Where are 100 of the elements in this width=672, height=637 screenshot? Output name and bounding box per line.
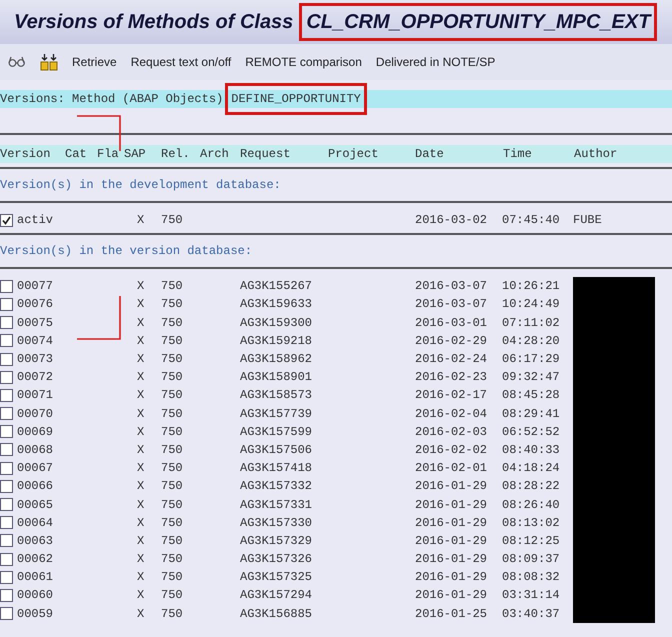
toolbar-button[interactable]: REMOTE comparison bbox=[245, 53, 362, 71]
release-cell-text: 750 bbox=[161, 496, 184, 514]
glasses-icon[interactable] bbox=[8, 56, 26, 68]
column-header: Date bbox=[415, 146, 445, 163]
cat-cell-text: X bbox=[137, 212, 146, 230]
version-cell-text: 00060 bbox=[17, 587, 54, 604]
column-header: Author bbox=[574, 146, 618, 163]
cat-cell-text: X bbox=[137, 460, 146, 478]
time-cell-text: 08:12:25 bbox=[502, 532, 561, 550]
release-cell-text: 750 bbox=[161, 606, 184, 623]
checkbox[interactable] bbox=[0, 316, 13, 330]
version-cell-text: 00077 bbox=[17, 278, 54, 296]
time-cell-text: 09:32:47 bbox=[502, 369, 561, 386]
release-cell-text: 750 bbox=[161, 532, 184, 550]
date-cell-text: 2016-01-29 bbox=[415, 569, 488, 586]
checkbox[interactable] bbox=[0, 214, 13, 227]
release-cell-text: 750 bbox=[161, 478, 184, 496]
cat-cell-text: X bbox=[137, 278, 146, 296]
version-cell-text: 00070 bbox=[17, 406, 54, 423]
column-header: Request bbox=[240, 146, 292, 163]
release-cell-text: 750 bbox=[161, 406, 184, 423]
column-header: Arch bbox=[200, 146, 230, 163]
checkbox[interactable] bbox=[0, 443, 13, 456]
cat-cell-text: X bbox=[137, 387, 146, 404]
column-header: Rel. bbox=[161, 146, 191, 163]
checkbox[interactable] bbox=[0, 534, 13, 548]
column-header: SAP bbox=[124, 146, 147, 163]
release-cell-text: 750 bbox=[161, 351, 184, 368]
checkbox[interactable] bbox=[0, 516, 13, 530]
checkbox[interactable] bbox=[0, 552, 13, 566]
date-cell-text: 2016-02-04 bbox=[415, 406, 488, 423]
toolbar-button[interactable]: Delivered in NOTE/SP bbox=[376, 53, 496, 71]
checkbox[interactable] bbox=[0, 370, 13, 384]
cat-cell-text: X bbox=[137, 332, 146, 350]
checkbox[interactable] bbox=[0, 480, 13, 493]
checkbox[interactable] bbox=[0, 607, 13, 620]
object-label: Versions: Method (ABAP Objects) bbox=[0, 91, 224, 108]
section-title: Version(s) in the development database: bbox=[0, 177, 281, 194]
cat-cell-text: X bbox=[137, 406, 146, 423]
release-cell-text: 750 bbox=[161, 460, 184, 478]
release-cell-text: 750 bbox=[161, 369, 184, 386]
checkbox[interactable] bbox=[0, 298, 13, 311]
leader-line bbox=[77, 296, 122, 341]
time-cell-text: 08:13:02 bbox=[502, 514, 561, 532]
method-name: DEFINE_OPPORTUNITY bbox=[225, 83, 367, 115]
version-cell-text: 00063 bbox=[17, 532, 54, 550]
version-cell-text: 00076 bbox=[17, 296, 54, 314]
time-cell-text: 08:28:22 bbox=[502, 478, 561, 496]
cat-cell-text: X bbox=[137, 314, 146, 332]
date-cell-text: 2016-02-03 bbox=[415, 424, 488, 441]
date-cell-text: 2016-02-17 bbox=[415, 387, 488, 404]
checkbox[interactable] bbox=[0, 280, 13, 293]
time-cell-text: 06:17:29 bbox=[502, 351, 561, 368]
checkbox[interactable] bbox=[0, 334, 13, 348]
version-cell-text: 00072 bbox=[17, 369, 54, 386]
time-cell-text: 08:40:33 bbox=[502, 442, 561, 459]
version-cell-text: 00065 bbox=[17, 496, 54, 514]
class-name: CL_CRM_OPPORTUNITY_MPC_EXT bbox=[299, 3, 658, 41]
cat-cell-text: X bbox=[137, 424, 146, 441]
author-cell-text: FUBE bbox=[573, 212, 603, 230]
checkbox[interactable] bbox=[0, 388, 13, 402]
time-cell-text: 06:52:52 bbox=[502, 424, 561, 441]
cat-cell-text: X bbox=[137, 551, 146, 568]
version-cell-text: 00075 bbox=[17, 314, 54, 332]
time-cell-text: 08:08:32 bbox=[502, 569, 561, 586]
date-cell-text: 2016-01-29 bbox=[415, 478, 488, 496]
toolbar-button[interactable]: Request text on/off bbox=[130, 53, 232, 71]
checkbox[interactable] bbox=[0, 462, 13, 475]
version-cell-text: 00071 bbox=[17, 387, 54, 404]
request-cell: AG3K157330 bbox=[240, 516, 312, 530]
request-cell: AG3K157599 bbox=[240, 424, 312, 439]
checkbox[interactable] bbox=[0, 570, 13, 584]
time-cell-text: 10:24:49 bbox=[502, 296, 561, 314]
release-cell-text: 750 bbox=[161, 587, 184, 604]
time-cell-text: 03:31:14 bbox=[502, 587, 561, 604]
column-header: Fla bbox=[97, 146, 120, 163]
checkbox[interactable] bbox=[0, 352, 13, 366]
checkbox[interactable] bbox=[0, 407, 13, 420]
checkbox[interactable] bbox=[0, 425, 13, 438]
request-cell: AG3K158901 bbox=[240, 370, 312, 384]
toolbar-button[interactable]: Retrieve bbox=[72, 53, 117, 71]
cat-cell-text: X bbox=[137, 569, 146, 586]
version-cell-text: 00061 bbox=[17, 569, 54, 586]
version-cell-text: 00073 bbox=[17, 351, 54, 368]
version-cell-text: 00066 bbox=[17, 478, 54, 496]
request-cell: AG3K157294 bbox=[240, 588, 312, 602]
checkbox[interactable] bbox=[0, 498, 13, 512]
version-cell-text: 00059 bbox=[17, 606, 54, 623]
stacked-squares-icon[interactable] bbox=[40, 53, 58, 71]
date-cell-text: 2016-01-29 bbox=[415, 532, 488, 550]
date-cell-text: 2016-01-29 bbox=[415, 514, 488, 532]
cat-cell-text: X bbox=[137, 296, 146, 314]
checkbox[interactable] bbox=[0, 588, 13, 602]
column-header: Project bbox=[328, 146, 380, 163]
request-cell: AG3K156885 bbox=[240, 606, 312, 621]
date-cell-text: 2016-02-01 bbox=[415, 460, 488, 478]
request-cell: AG3K155267 bbox=[240, 279, 312, 294]
request-cell: AG3K159218 bbox=[240, 334, 312, 348]
request-cell: AG3K159300 bbox=[240, 316, 312, 330]
release-cell-text: 750 bbox=[161, 296, 184, 314]
